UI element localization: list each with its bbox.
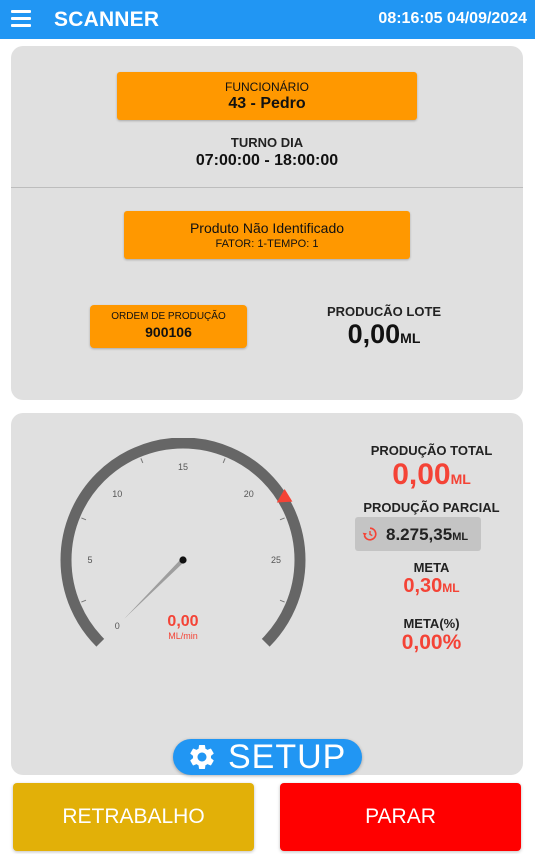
app-title: SCANNER (54, 8, 160, 31)
producao-lote-value: 0,00ML (314, 319, 454, 350)
gauge-minor-tick (140, 458, 144, 464)
gauge-tick-label: 0 (115, 621, 120, 631)
clock: 08:16:05 04/09/2024 (378, 10, 527, 28)
clock-date: 04/09/2024 (446, 10, 527, 27)
parcial-value: 8.275,35ML (386, 525, 468, 545)
gauge-unit: ML/min (168, 631, 198, 641)
ordem-producao-box[interactable]: ORDEM DE PRODUÇÃO 900106 (90, 305, 247, 348)
gauge-tick-label: 25 (271, 555, 281, 565)
clock-time: 08:16:05 (378, 10, 443, 27)
speed-gauge: 0 5 10 15 20 25 0,00 ML/min (60, 438, 306, 647)
gauge-minor-tick (81, 517, 87, 521)
turno-label: TURNO DIA (230, 135, 304, 150)
lote-unit: ML (400, 330, 421, 346)
gauge-tick-label: 20 (244, 489, 254, 499)
meta-percent: META(%) 0,00% (344, 616, 519, 655)
producao-parcial-label: PRODUÇÃO PARCIAL (363, 500, 500, 515)
info-card: FUNCIONÁRIO 43 - Pedro TURNO DIA 07:00:0… (11, 46, 523, 400)
gauge-minor-tick (81, 599, 87, 603)
setup-label: SETUP (228, 738, 347, 776)
produto-fator: FATOR: 1-TEMPO: 1 (215, 238, 319, 250)
setup-button[interactable]: SETUP (173, 739, 362, 775)
meta: META 0,30ML (344, 560, 519, 598)
gauge-minor-tick (279, 517, 285, 521)
producao-total-label: PRODUÇÃO TOTAL (370, 443, 493, 458)
lote-number: 0,00 (347, 319, 401, 349)
funcionario-label: FUNCIONÁRIO (225, 80, 309, 94)
gauge-minor-tick (222, 458, 226, 464)
meta-label: META (413, 560, 450, 575)
meta-value: 0,30ML (344, 575, 519, 598)
producao-lote-label: PRODUCÃO LOTE (326, 304, 442, 319)
total-unit: ML (450, 471, 471, 487)
gauge-tick-label: 5 (87, 555, 92, 565)
parar-button[interactable]: PARAR (280, 783, 521, 851)
parcial-unit: ML (452, 531, 469, 543)
gauge-needle (124, 558, 185, 619)
meta-number: 0,30 (403, 575, 443, 597)
history-icon (362, 527, 377, 541)
gauge-minor-tick (279, 599, 285, 603)
gauge-value: 0,00 (167, 613, 198, 630)
meta-percent-label: META(%) (403, 616, 460, 631)
produto-box[interactable]: Produto Não Identificado FATOR: 1-TEMPO:… (124, 211, 410, 259)
app-bar: SCANNER 08:16:05 04/09/2024 (0, 0, 535, 39)
meta-unit: ML (442, 581, 460, 595)
retrabalho-button[interactable]: RETRABALHO (13, 783, 254, 851)
meta-percent-value: 0,00% (401, 631, 462, 654)
producao-total: PRODUÇÃO TOTAL 0,00ML (344, 443, 519, 492)
gauge-needle-pivot (179, 556, 187, 564)
gauge-tick-label: 10 (112, 489, 122, 499)
parcial-number: 8.275,35 (386, 525, 453, 544)
ordem-value: 900106 (145, 324, 192, 340)
production-card: 0 5 10 15 20 25 0,00 ML/min PRODUÇÃO TOTAL 0,… (11, 413, 523, 775)
funcionario-box[interactable]: FUNCIONÁRIO 43 - Pedro (117, 72, 417, 120)
gear-icon (190, 745, 214, 769)
ordem-label: ORDEM DE PRODUÇÃO (111, 311, 226, 322)
producao-total-value: 0,00ML (344, 458, 519, 492)
gauge-tick-label: 15 (178, 462, 188, 472)
funcionario-value: 43 - Pedro (228, 95, 306, 112)
total-number: 0,00 (392, 458, 451, 491)
menu-icon[interactable] (11, 10, 31, 28)
turno-value: 07:00:00 - 18:00:00 (195, 152, 339, 169)
divider (11, 187, 523, 188)
producao-parcial-box[interactable]: 8.275,35ML (355, 517, 481, 551)
produto-name: Produto Não Identificado (189, 220, 345, 236)
